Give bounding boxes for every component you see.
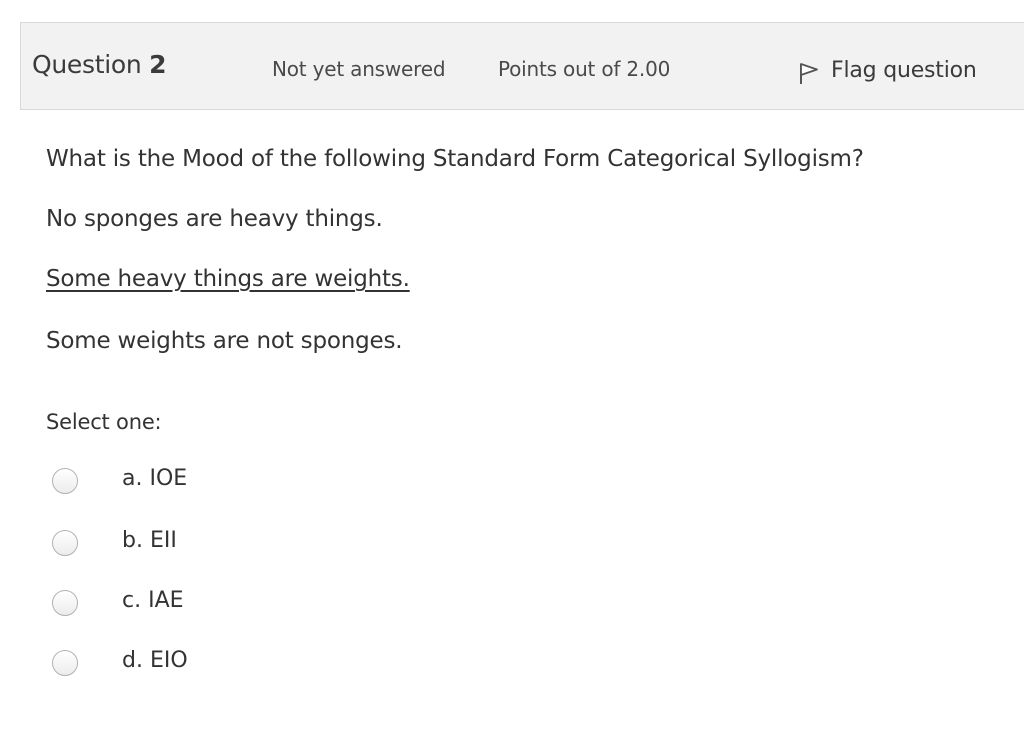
question-status: Not yet answered <box>272 57 446 81</box>
answer-option-d-label[interactable]: d. EIO <box>122 648 188 673</box>
premise-one: No sponges are heavy things. <box>46 206 383 232</box>
answer-option-c[interactable]: c. IAE <box>52 586 352 616</box>
answer-option-a-label[interactable]: a. IOE <box>122 466 187 491</box>
flag-question-button[interactable]: Flag question <box>797 53 977 87</box>
flag-icon <box>797 60 821 86</box>
conclusion: Some weights are not sponges. <box>46 328 403 354</box>
question-prompt: What is the Mood of the following Standa… <box>46 146 864 172</box>
answer-option-b[interactable]: b. EII <box>52 526 352 556</box>
question-info-bar: Question 2 Not yet answered Points out o… <box>20 22 1024 110</box>
answer-option-d[interactable]: d. EIO <box>52 646 352 676</box>
radio-button-c[interactable] <box>52 590 78 616</box>
question-points: Points out of 2.00 <box>498 57 671 81</box>
flag-question-label: Flag question <box>831 57 977 83</box>
answer-option-b-label[interactable]: b. EII <box>122 528 177 553</box>
answer-option-c-label[interactable]: c. IAE <box>122 588 184 613</box>
radio-button-d[interactable] <box>52 650 78 676</box>
question-title: Question 2 <box>32 50 166 79</box>
select-one-label: Select one: <box>46 410 162 434</box>
premise-two: Some heavy things are weights. <box>46 266 410 292</box>
question-word: Question <box>32 50 142 79</box>
radio-button-b[interactable] <box>52 530 78 556</box>
question-number: 2 <box>149 50 167 79</box>
radio-button-a[interactable] <box>52 468 78 494</box>
answer-option-a[interactable]: a. IOE <box>52 464 352 494</box>
quiz-page: Question 2 Not yet answered Points out o… <box>0 0 1024 740</box>
